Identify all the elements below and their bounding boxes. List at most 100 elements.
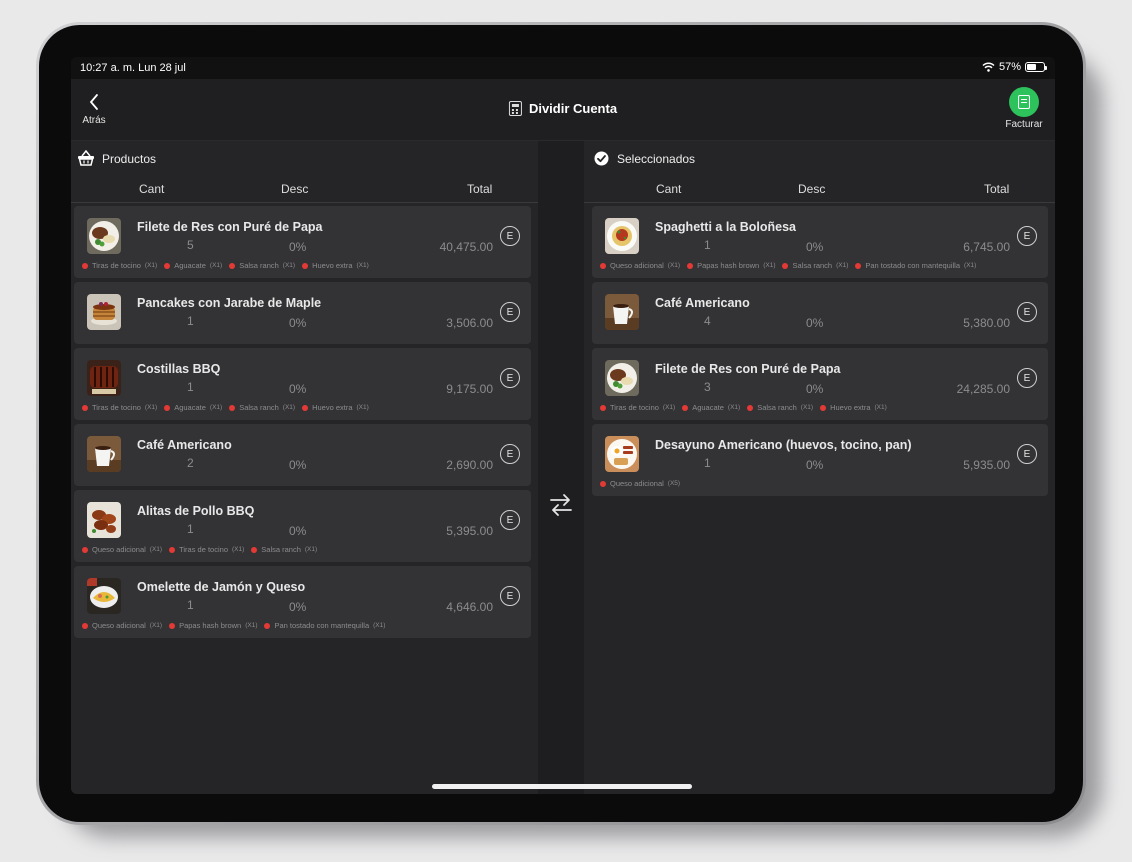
back-button[interactable]: Atrás: [79, 93, 109, 126]
modifier-list: Tiras de tocino (X1) Aguacate (X1) Salsa ran…: [82, 261, 369, 270]
item-discount: 0%: [806, 240, 824, 254]
modifier-name: Pan tostado con mantequilla: [865, 261, 961, 270]
edit-item-button[interactable]: E: [500, 368, 520, 388]
item-quantity: 1: [187, 522, 194, 536]
modifier-qty: (X1): [282, 262, 296, 269]
modifier-name: Queso adicional: [92, 621, 146, 630]
food-thumbnail: [87, 294, 121, 330]
order-item-card[interactable]: Café Americano 2 0% 2,690.00 E: [74, 424, 531, 486]
modifier-item: Salsa ranch (X1): [782, 261, 848, 270]
products-column-headers: Cant Desc Total: [71, 177, 538, 203]
modifier-item: Salsa ranch (X1): [251, 545, 317, 554]
modifier-item: Tiras de tocino (X1): [82, 261, 157, 270]
modifier-name: Papas hash brown: [179, 621, 242, 630]
modifier-name: Huevo extra: [312, 261, 353, 270]
modifier-name: Salsa ranch: [757, 403, 797, 412]
modifier-qty: (X1): [245, 622, 258, 629]
order-item-card[interactable]: Filete de Res con Puré de Papa 5 0% 40,475.…: [74, 206, 531, 278]
home-indicator[interactable]: [432, 784, 692, 789]
order-item-card[interactable]: Omelette de Jamón y Queso 1 0% 4,646.00 E Que…: [74, 566, 531, 638]
modifier-item: Huevo extra (X1): [302, 403, 369, 412]
item-name: Costillas BBQ: [137, 362, 221, 376]
modifier-dot-icon: [682, 404, 689, 411]
food-thumbnail: [87, 218, 121, 254]
status-right: 57%: [982, 61, 1047, 73]
invoice-icon-circle: [1009, 87, 1039, 117]
modifier-name: Aguacate: [174, 261, 206, 270]
modifier-qty: (X1): [304, 546, 318, 553]
tablet-bezel: 10:27 a. m. Lun 28 jul 57% Atrás Dividir…: [39, 25, 1083, 822]
item-name: Filete de Res con Puré de Papa: [137, 220, 323, 234]
products-title: Productos: [102, 152, 157, 166]
modifier-name: Aguacate: [692, 403, 724, 412]
modifier-item: Tiras de tocino (X1): [600, 403, 675, 412]
modifier-dot-icon: [251, 546, 258, 553]
modifier-item: Aguacate (X1): [682, 403, 740, 412]
item-name: Café Americano: [655, 296, 750, 310]
item-quantity: 5: [187, 238, 194, 252]
item-discount: 0%: [806, 458, 824, 472]
item-name: Filete de Res con Puré de Papa: [655, 362, 841, 376]
order-item-card[interactable]: Café Americano 4 0% 5,380.00 E: [592, 282, 1048, 344]
invoice-button[interactable]: Facturar: [1001, 87, 1047, 130]
modifier-name: Tiras de tocino: [92, 261, 141, 270]
edit-item-button[interactable]: E: [500, 302, 520, 322]
swap-arrows-icon: [550, 494, 572, 516]
order-item-card[interactable]: Costillas BBQ 1 0% 9,175.00 E Tiras de tocino…: [74, 348, 531, 420]
item-total: 4,646.00: [446, 600, 493, 614]
item-total: 5,380.00: [963, 316, 1010, 330]
item-name: Omelette de Jamón y Queso: [137, 580, 306, 594]
item-total: 9,175.00: [446, 382, 493, 396]
modifier-dot-icon: [264, 622, 271, 629]
item-quantity: 1: [704, 238, 711, 252]
battery-level: [1027, 64, 1037, 70]
modifier-qty: (X5): [667, 480, 681, 487]
food-thumbnail: [605, 294, 639, 330]
edit-item-button[interactable]: E: [1017, 444, 1037, 464]
modifier-dot-icon: [82, 262, 88, 269]
modifier-item: Huevo extra (X1): [302, 261, 369, 270]
swap-items-button[interactable]: [548, 491, 574, 519]
selected-title: Seleccionados: [617, 152, 696, 166]
edit-item-button[interactable]: E: [500, 586, 520, 606]
col-desc: Desc: [798, 182, 826, 196]
basket-icon: [78, 150, 94, 166]
modifier-dot-icon: [855, 262, 862, 269]
item-discount: 0%: [289, 600, 307, 614]
item-discount: 0%: [289, 524, 307, 538]
edit-item-button[interactable]: E: [500, 444, 520, 464]
modifier-qty: (X1): [144, 404, 158, 411]
food-thumbnail: [87, 578, 121, 614]
modifier-item: Salsa ranch (X1): [229, 403, 295, 412]
food-thumbnail: [87, 502, 121, 538]
app-screen: 10:27 a. m. Lun 28 jul 57% Atrás Dividir…: [71, 57, 1055, 794]
modifier-qty: (X1): [727, 404, 741, 411]
edit-item-button[interactable]: E: [1017, 302, 1037, 322]
order-item-card[interactable]: Alitas de Pollo BBQ 1 0% 5,395.00 E Queso adi…: [74, 490, 531, 562]
item-quantity: 1: [187, 598, 194, 612]
modifier-qty: (X1): [836, 262, 849, 269]
modifier-item: Tiras de tocino (X1): [82, 403, 157, 412]
selected-column-headers: Cant Desc Total: [584, 177, 1055, 203]
battery-icon: [1025, 62, 1047, 72]
modifier-item: Queso adicional (X1): [82, 545, 162, 554]
modifier-dot-icon: [600, 404, 606, 411]
modifier-item: Salsa ranch (X1): [229, 261, 295, 270]
order-item-card[interactable]: Desayuno Americano (huevos, tocino, pan)…: [592, 424, 1048, 496]
modifier-dot-icon: [82, 546, 88, 553]
modifier-qty: (X1): [282, 404, 296, 411]
item-quantity: 1: [187, 314, 194, 328]
item-name: Spaghetti a la Boloñesa: [655, 220, 797, 234]
order-item-card[interactable]: Pancakes con Jarabe de Maple 1 0% 3,506.00 E: [74, 282, 531, 344]
modifier-dot-icon: [164, 404, 171, 411]
order-item-card[interactable]: Spaghetti a la Boloñesa 1 0% 6,745.00 E Queso…: [592, 206, 1048, 278]
item-discount: 0%: [289, 240, 307, 254]
edit-item-button[interactable]: E: [1017, 226, 1037, 246]
order-item-card[interactable]: Filete de Res con Puré de Papa 3 0% 24,285.…: [592, 348, 1048, 420]
modifier-name: Salsa ranch: [261, 545, 301, 554]
edit-item-button[interactable]: E: [500, 226, 520, 246]
edit-item-button[interactable]: E: [500, 510, 520, 530]
modifier-qty: (X1): [149, 546, 163, 553]
item-total: 2,690.00: [446, 458, 493, 472]
edit-item-button[interactable]: E: [1017, 368, 1037, 388]
